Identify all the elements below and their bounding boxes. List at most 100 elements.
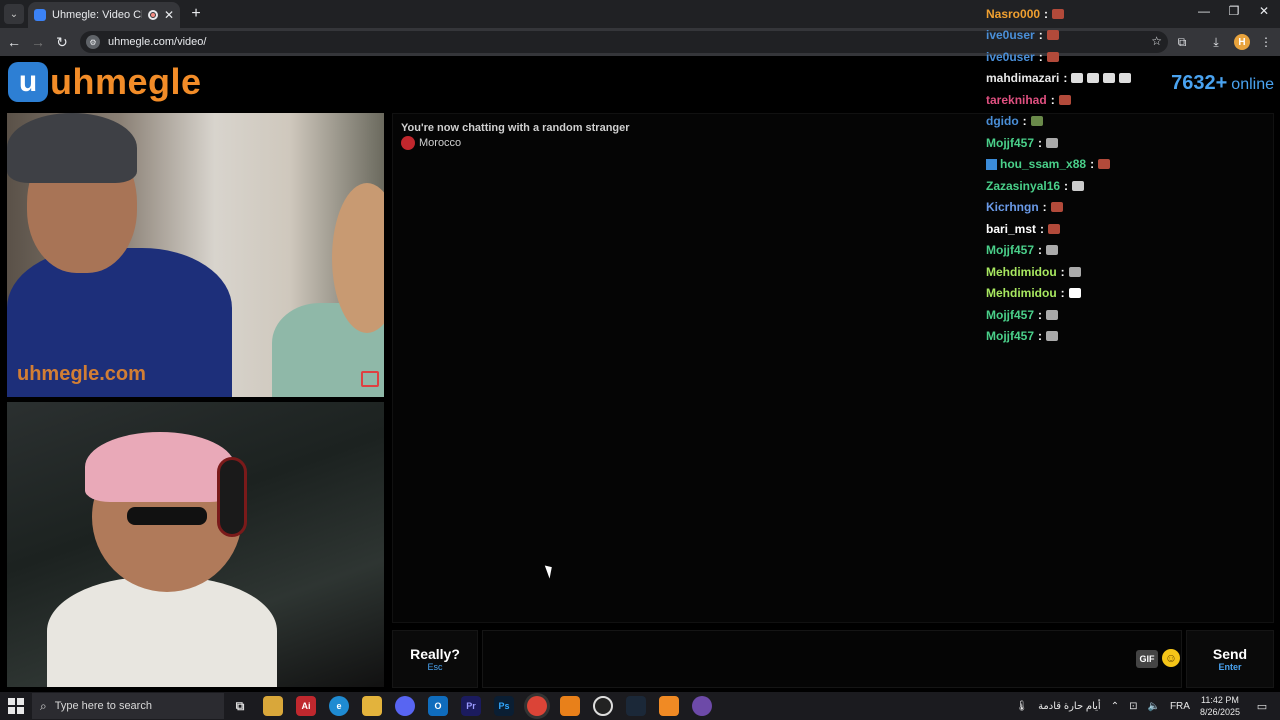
overlay-chat-row: mahdimazari: [986,68,1276,90]
browser-tab[interactable]: Uhmegle: Video Chat | Om ✕ [28,2,180,28]
photoshop-icon[interactable]: Ps [494,696,514,716]
emote-icon [1052,8,1065,19]
overlay-chat-separator: : [1090,157,1095,172]
weather-text[interactable]: أيام حارة قادمة [1038,701,1101,712]
fl-studio-icon[interactable] [560,696,580,716]
overlay-chat-separator: : [1038,329,1043,344]
url-text[interactable]: uhmegle.com/video/ [108,36,206,48]
weather-icon[interactable]: 🌡 [1015,701,1028,712]
reload-icon[interactable]: ↻ [52,32,72,52]
self-pink-cap [85,432,235,502]
overlay-chat-row: bari_mst: [986,218,1276,240]
overlay-chat-separator: : [1038,49,1043,64]
uhmegle-logo[interactable]: u uhmegle [8,61,202,102]
gif-button[interactable]: GIF [1136,650,1158,668]
overlay-chat-separator: : [1063,71,1068,86]
overlay-chat-username: tareknihad [986,92,1047,107]
language-indicator[interactable]: FRA [1170,701,1190,712]
network-icon[interactable]: ⊡ [1129,701,1137,712]
site-favicon-icon [34,9,46,21]
overlay-chat-username: Mojjf457 [986,329,1035,344]
clock[interactable]: 11:42 PM 8/26/2025 [1200,694,1240,718]
emote-icon [1046,30,1059,41]
overlay-chat-row: Mehdimidou: [986,261,1276,283]
overlay-chat-row: ive0user: [986,25,1276,47]
emote-icon [1048,223,1061,234]
back-icon[interactable]: ← [4,32,24,52]
discord-icon[interactable] [395,696,415,716]
overlay-chat-row: Mojjf457: [986,304,1276,326]
mouse-cursor-icon [544,563,556,579]
volume-icon[interactable]: 🔈 [1148,701,1160,712]
message-input[interactable] [482,630,1182,688]
clock-time: 11:42 PM [1201,695,1239,705]
overlay-chat-separator: : [1038,135,1043,150]
premiere-icon[interactable]: Pr [461,696,481,716]
overlay-chat-username: hou_ssam_x88 [1000,157,1087,172]
close-tab-icon[interactable]: ✕ [164,8,174,22]
overlay-chat-separator: : [1038,243,1043,258]
overlay-chat-username: Nasro000 [986,6,1041,21]
emote-icon [1046,137,1059,148]
overlay-chat-separator: : [1042,200,1047,215]
tray-chevron-icon[interactable]: ⌃ [1111,701,1119,712]
logo-mark-icon: u [8,62,48,102]
vlc-icon[interactable] [659,696,679,716]
overlay-chat-username: Mojjf457 [986,243,1035,258]
emote-icon [1046,331,1059,342]
adobe-icon[interactable]: Ai [296,696,316,716]
notifications-icon[interactable]: ▭ [1254,698,1270,714]
overlay-chat-separator: : [1022,114,1027,129]
tab-search-button[interactable]: ⌄ [4,4,24,24]
overlay-chat-username: Mehdimidou [986,264,1057,279]
overlay-chat-username: ive0user [986,28,1035,43]
overlay-chat-separator: : [1038,28,1043,43]
uhmegle-watermark: uhmegle.com [17,363,146,385]
emoji-icon[interactable]: ☺ [1162,649,1180,667]
send-shortcut: Enter [1218,662,1242,672]
system-tray: 🌡 أيام حارة قادمة ⌃ ⊡ 🔈 FRA 11:42 PM 8/2… [1015,692,1240,720]
obs-icon[interactable] [593,696,613,716]
report-flag-icon[interactable] [361,371,379,387]
site-info-icon[interactable]: ⚙ [86,35,100,49]
overlay-chat-row: hou_ssam_x88: [986,154,1276,176]
twitch-icon[interactable] [692,696,712,716]
overlay-chat-username: dgido [986,114,1019,129]
send-label: Send [1212,646,1248,662]
task-view-icon[interactable]: ⧉ [230,696,250,716]
morocco-flag-icon [401,136,415,150]
self-sunglasses [127,507,207,525]
emote-icon [1119,73,1132,84]
windows-taskbar: ⌕ Type here to search ⧉ Ai e O Pr Ps 🌡 أ… [0,692,1280,720]
emote-icon [1046,245,1059,256]
stranger-video: uhmegle.com [7,113,384,397]
emote-icon [1046,309,1059,320]
logo-text: uhmegle [50,61,202,102]
forward-icon[interactable]: → [28,32,48,52]
overlay-chat-separator: : [1060,286,1065,301]
skip-label: Really? [410,646,460,662]
store-icon[interactable] [263,696,283,716]
outlook-icon[interactable]: O [428,696,448,716]
skip-button[interactable]: Really? Esc [392,630,478,688]
windows-start-icon[interactable] [8,698,24,714]
emote-icon [1068,288,1081,299]
edge-icon[interactable]: e [329,696,349,716]
emote-icon [1046,51,1059,62]
stranger-country: Morocco [401,136,461,150]
emote-icon [1068,266,1081,277]
country-name: Morocco [419,137,462,149]
overlay-chat-username: ive0user [986,49,1035,64]
steam-icon[interactable] [626,696,646,716]
taskbar-search[interactable]: ⌕ Type here to search [32,693,224,719]
emote-icon [1050,202,1063,213]
overlay-chat-separator: : [1040,221,1045,236]
overlay-chat-username: Mehdimidou [986,286,1057,301]
overlay-chat-row: tareknihad: [986,89,1276,111]
new-tab-button[interactable]: + [186,4,206,24]
overlay-chat-row: Zazasinyal16: [986,175,1276,197]
file-explorer-icon[interactable] [362,696,382,716]
overlay-chat-list: Nasro000: ive0user: ive0user: mahdimazari: t… [986,3,1276,347]
send-button[interactable]: Send Enter [1186,630,1274,688]
chrome-icon[interactable] [527,696,547,716]
